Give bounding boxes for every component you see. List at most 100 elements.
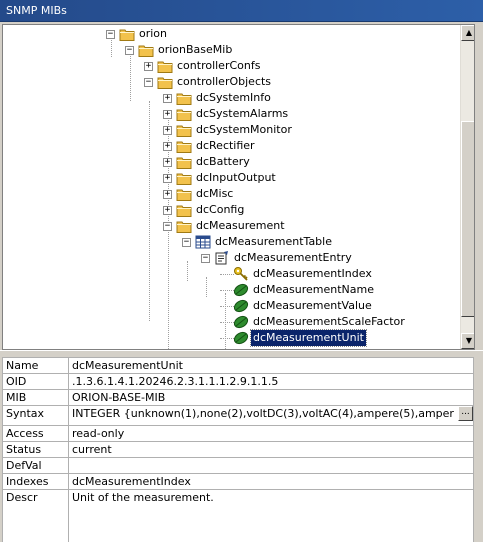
property-key: Descr [2, 489, 69, 542]
tree-node-label[interactable]: controllerConfs [175, 58, 262, 74]
property-value [68, 457, 474, 474]
tree-node-label[interactable]: dcSystemMonitor [194, 122, 294, 138]
scroll-up-button[interactable]: ▲ [461, 25, 474, 41]
property-row: Name dcMeasurementUnit [2, 357, 474, 374]
tree-vertical-scrollbar[interactable]: ▲ ▼ [460, 25, 474, 349]
tree-node-label[interactable]: dcMeasurementUnit [250, 329, 367, 347]
tree-node[interactable]: + dcMisc [3, 186, 459, 202]
tree-node[interactable]: + dcSystemMonitor [3, 122, 459, 138]
property-value-text: dcMeasurementIndex [72, 475, 191, 488]
tree-guide-line [220, 322, 234, 323]
tree-node[interactable]: + dcRectifier [3, 138, 459, 154]
collapse-icon[interactable]: − [125, 46, 134, 55]
expand-icon[interactable]: + [163, 142, 172, 151]
property-row: MIB ORION-BASE-MIB [2, 389, 474, 406]
properties-table: Name dcMeasurementUnit OID .1.3.6.1.4.1.202… [2, 357, 474, 542]
property-key: OID [2, 373, 69, 390]
tree-node[interactable]: − dcMeasurementTable [3, 234, 459, 250]
property-row: DefVal [2, 457, 474, 474]
expand-icon[interactable]: + [163, 94, 172, 103]
tree-node-label[interactable]: dcMisc [194, 186, 235, 202]
collapse-icon[interactable]: − [201, 254, 210, 263]
tree-node-label[interactable]: dcMeasurementScaleFactor [251, 314, 407, 330]
table-icon [195, 234, 211, 250]
expand-icon[interactable]: + [163, 190, 172, 199]
tree-node-label[interactable]: dcMeasurementEntry [232, 250, 354, 266]
tree-node-label[interactable]: controllerObjects [175, 74, 273, 90]
tree-node[interactable]: + dcConfig [3, 202, 459, 218]
expand-icon[interactable]: + [163, 110, 172, 119]
tree-node-label[interactable]: dcMeasurement [194, 218, 287, 234]
tree-node-label[interactable]: dcBattery [194, 154, 252, 170]
folder-icon [176, 122, 192, 138]
tree-node[interactable]: dcMeasurementScaleFactor [3, 314, 459, 330]
tree-node-label[interactable]: dcMeasurementTable [213, 234, 334, 250]
property-value: Unit of the measurement. [68, 489, 474, 542]
pane-splitter[interactable] [0, 350, 483, 356]
tree-node[interactable]: dcMeasurementUnit [3, 329, 459, 347]
tree-node[interactable]: + dcSystemAlarms [3, 106, 459, 122]
tree-node-label[interactable]: dcSystemAlarms [194, 106, 290, 122]
folder-icon [176, 90, 192, 106]
property-value: .1.3.6.1.4.1.20246.2.3.1.1.1.2.9.1.1.5 [68, 373, 474, 390]
property-value-text: dcMeasurementUnit [72, 359, 183, 372]
folder-icon [176, 154, 192, 170]
tree-node-label[interactable]: orionBaseMib [156, 42, 234, 58]
tree-node[interactable]: − dcMeasurement [3, 218, 459, 234]
tree-guide-line [220, 290, 234, 291]
property-row: Status current [2, 441, 474, 458]
tree-node[interactable]: − orionBaseMib [3, 42, 459, 58]
collapse-icon[interactable]: − [163, 222, 172, 231]
expand-icon[interactable]: + [163, 206, 172, 215]
property-key: MIB [2, 389, 69, 406]
tree-node-label[interactable]: dcInputOutput [194, 170, 278, 186]
expand-icon[interactable]: + [163, 174, 172, 183]
property-value: current [68, 441, 474, 458]
scroll-thumb[interactable] [461, 121, 474, 317]
property-key: Access [2, 425, 69, 442]
tree-node[interactable]: + dcSystemInfo [3, 90, 459, 106]
property-value-text: INTEGER {unknown(1),none(2),voltDC(3),vo… [72, 407, 454, 420]
property-row: Indexes dcMeasurementIndex [2, 473, 474, 490]
folder-icon [176, 106, 192, 122]
expand-icon[interactable]: + [163, 158, 172, 167]
property-value-text: read-only [72, 427, 125, 440]
syntax-details-button[interactable]: ... [458, 406, 473, 421]
folder-icon [176, 186, 192, 202]
tree-node[interactable]: dcMeasurementIndex [3, 266, 459, 282]
expand-icon[interactable]: + [144, 62, 153, 71]
property-row: OID .1.3.6.1.4.1.20246.2.3.1.1.1.2.9.1.1.… [2, 373, 474, 390]
leaf-icon [233, 298, 249, 314]
tree-node[interactable]: + controllerConfs [3, 58, 459, 74]
folder-icon [157, 58, 173, 74]
tree-node[interactable]: dcMeasurementValue [3, 298, 459, 314]
property-value-text: current [72, 443, 112, 456]
collapse-icon[interactable]: − [182, 238, 191, 247]
tree-node[interactable]: − orion [3, 26, 459, 42]
collapse-icon[interactable]: − [144, 78, 153, 87]
property-value-text: Unit of the measurement. [72, 491, 214, 504]
scroll-down-button[interactable]: ▼ [461, 333, 474, 349]
tree-node-label[interactable]: orion [137, 26, 169, 42]
collapse-icon[interactable]: − [106, 30, 115, 39]
tree-node[interactable]: + dcBattery [3, 154, 459, 170]
tree-node-label[interactable]: dcRectifier [194, 138, 257, 154]
tree-node[interactable]: dcMeasurementName [3, 282, 459, 298]
folder-open-icon [119, 26, 135, 42]
property-key: Name [2, 357, 69, 374]
folder-icon [176, 138, 192, 154]
tree-node-label[interactable]: dcMeasurementName [251, 282, 376, 298]
tree-node-label[interactable]: dcMeasurementIndex [251, 266, 374, 282]
tree-node-label[interactable]: dcConfig [194, 202, 246, 218]
tree-node[interactable]: − dcMeasurementEntry [3, 250, 459, 266]
tree-node-label[interactable]: dcSystemInfo [194, 90, 273, 106]
tree-node[interactable]: + dcInputOutput [3, 170, 459, 186]
expand-icon[interactable]: + [163, 126, 172, 135]
tree-node-label[interactable]: dcMeasurementValue [251, 298, 374, 314]
property-key: DefVal [2, 457, 69, 474]
leaf-icon [233, 330, 249, 346]
mib-tree[interactable]: ▲ ▼ − orion − orionBaseMib + controllerConfs −… [2, 24, 475, 350]
property-value-text: ORION-BASE-MIB [72, 391, 166, 404]
window-title: SNMP MIBs [0, 0, 483, 22]
tree-node[interactable]: − controllerObjects [3, 74, 459, 90]
